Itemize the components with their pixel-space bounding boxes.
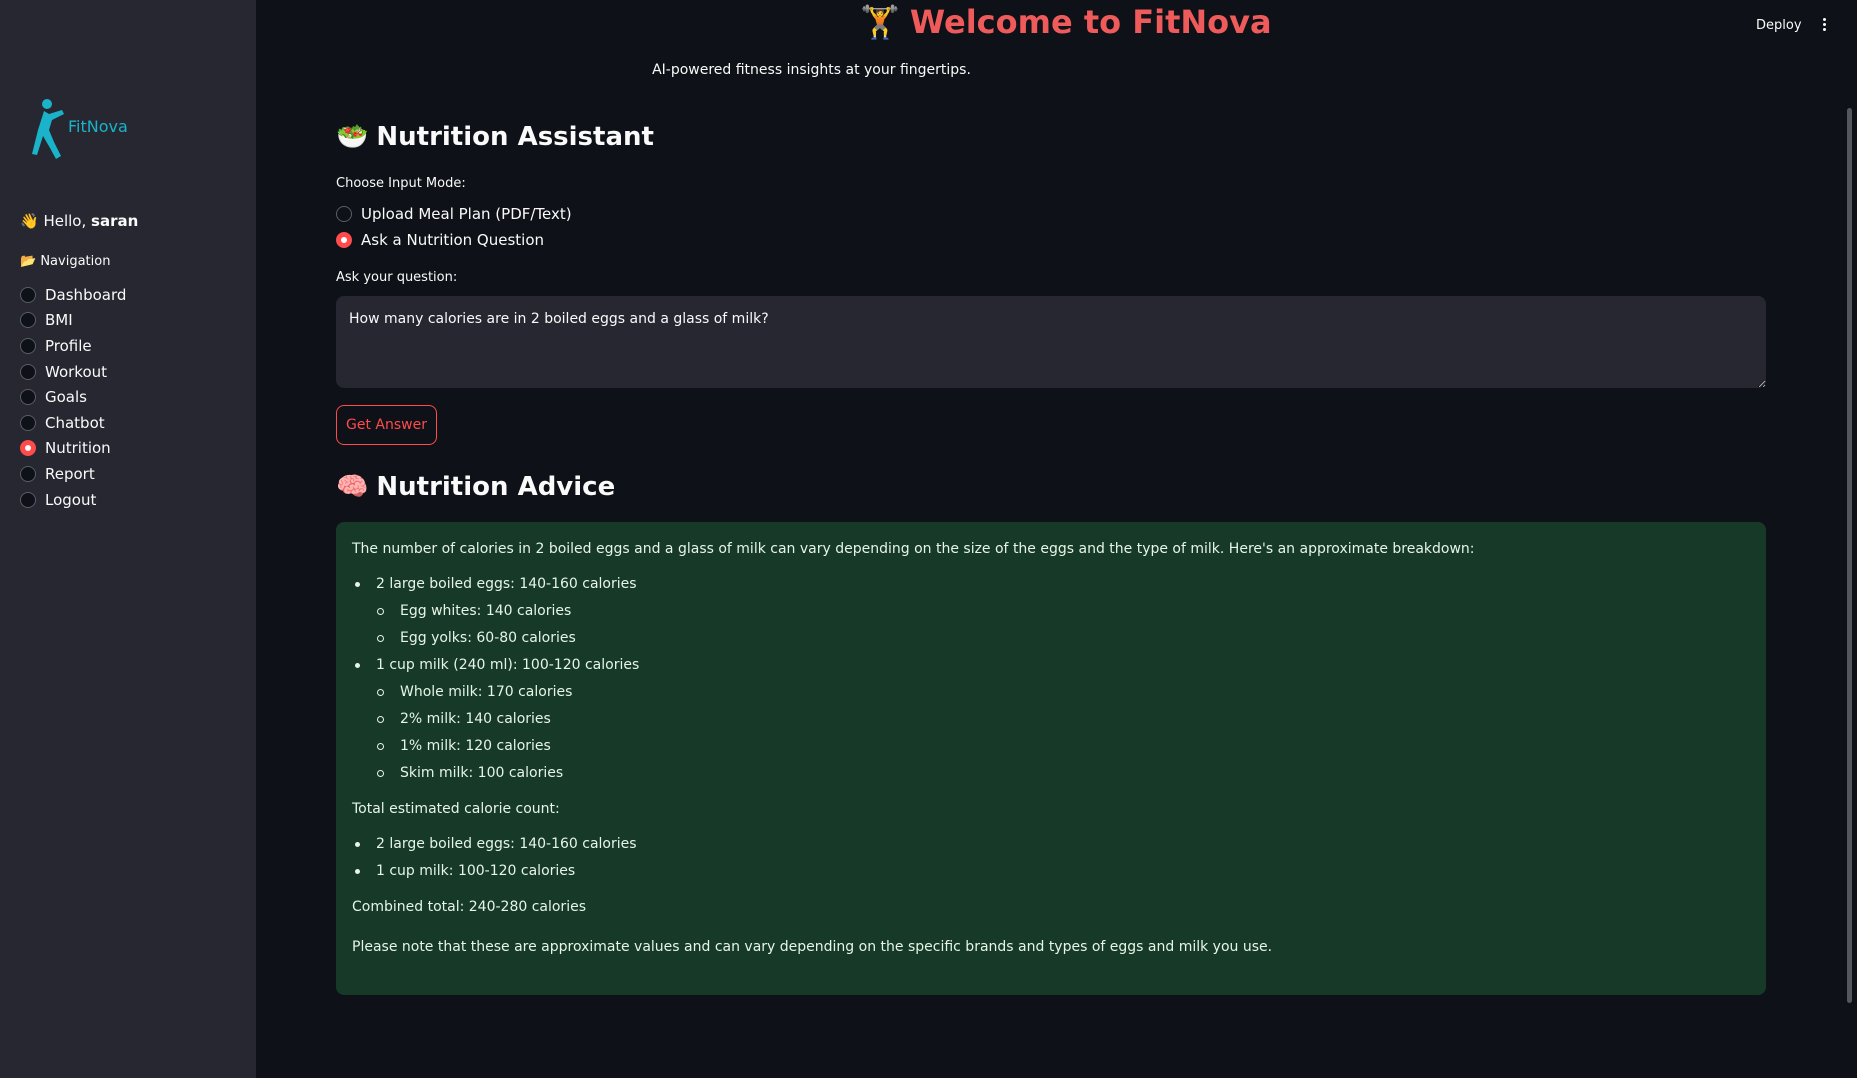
milk-sublist: Whole milk: 170 calories 2% milk: 140 ca… xyxy=(352,679,1750,787)
nutrition-advice-title: Nutrition Advice xyxy=(376,472,616,502)
tagline-row: AI-powered fitness insights at your fing… xyxy=(0,62,1857,78)
sidebar: FitNova 👋 Hello, saran 📂 Navigation Dash… xyxy=(0,0,256,1078)
nav-item-chatbot[interactable]: Chatbot xyxy=(20,410,126,436)
greeting: 👋 Hello, saran xyxy=(20,212,138,230)
scrollbar[interactable] xyxy=(1847,108,1852,1003)
nav-label-dashboard: Dashboard xyxy=(45,285,127,304)
radio-logout[interactable] xyxy=(20,491,36,508)
folder-icon: 📂 xyxy=(20,254,37,269)
nav-item-report[interactable]: Report xyxy=(20,461,126,487)
advice-intro: The number of calories in 2 boiled eggs … xyxy=(352,541,1475,557)
nav-item-workout[interactable]: Workout xyxy=(20,359,126,385)
radio-goals[interactable] xyxy=(20,389,36,406)
runner-logo-icon xyxy=(32,99,64,159)
list-item: Egg yolks: 60-80 calories xyxy=(352,625,1750,652)
whole-milk-item: Whole milk: 170 calories xyxy=(400,684,573,700)
nav-label-logout: Logout xyxy=(45,490,97,509)
salad-icon: 🥗 xyxy=(336,122,369,152)
weightlifter-icon: 🏋️ xyxy=(860,3,900,41)
list-item: Whole milk: 170 calories xyxy=(352,679,1750,706)
radio-upload[interactable] xyxy=(336,206,352,222)
list-item: 1 cup milk: 100-120 calories xyxy=(352,858,1750,885)
combined-total: Combined total: 240-280 calories xyxy=(352,899,586,915)
egg-yolks-item: Egg yolks: 60-80 calories xyxy=(400,630,576,646)
nav-item-bmi[interactable]: BMI xyxy=(20,308,126,334)
eggs-item: 2 large boiled eggs: 140-160 calories xyxy=(376,576,637,592)
list-item: 1 cup milk (240 ml): 100-120 calories Wh… xyxy=(352,652,1750,787)
main-menu-icon[interactable] xyxy=(1818,16,1830,36)
two-pct-milk-item: 2% milk: 140 calories xyxy=(400,711,551,727)
mode-option-ask[interactable]: Ask a Nutrition Question xyxy=(336,231,544,249)
list-item: Skim milk: 100 calories xyxy=(352,760,1750,787)
app-root: FitNova 👋 Hello, saran 📂 Navigation Dash… xyxy=(0,0,1857,1078)
nav-item-logout[interactable]: Logout xyxy=(20,487,126,513)
milk-item: 1 cup milk (240 ml): 100-120 calories xyxy=(376,657,640,673)
mode-option-upload[interactable]: Upload Meal Plan (PDF/Text) xyxy=(336,205,572,223)
nav-radio-group: Dashboard BMI Profile Workout Goals Chat… xyxy=(20,282,126,512)
one-pct-milk-item: 1% milk: 120 calories xyxy=(400,738,551,754)
greeting-text: Hello, xyxy=(43,212,87,230)
nav-item-profile[interactable]: Profile xyxy=(20,333,126,359)
radio-ask[interactable] xyxy=(336,232,352,248)
nav-label-profile: Profile xyxy=(45,336,92,355)
total-milk-item: 1 cup milk: 100-120 calories xyxy=(376,863,576,879)
mode-label-ask: Ask a Nutrition Question xyxy=(361,231,545,249)
total-list: 2 large boiled eggs: 140-160 calories 1 … xyxy=(352,831,1750,885)
egg-whites-item: Egg whites: 140 calories xyxy=(400,603,572,619)
advice-box: The number of calories in 2 boiled eggs … xyxy=(336,522,1766,995)
page-header: 🏋️ Welcome to FitNova xyxy=(860,0,1272,44)
nutrition-advice-heading: 🧠 Nutrition Advice xyxy=(336,472,615,502)
radio-workout[interactable] xyxy=(20,363,36,380)
list-item: Egg whites: 140 calories xyxy=(352,598,1750,625)
radio-profile[interactable] xyxy=(20,337,36,354)
list-item: 2% milk: 140 calories xyxy=(352,706,1750,733)
total-eggs-item: 2 large boiled eggs: 140-160 calories xyxy=(376,836,637,852)
tagline: AI-powered fitness insights at your fing… xyxy=(652,62,971,78)
fitnova-logo: FitNova xyxy=(30,98,128,160)
nutrition-assistant-heading: 🥗 Nutrition Assistant xyxy=(336,122,654,152)
nav-heading: 📂 Navigation xyxy=(20,254,110,269)
question-textarea[interactable]: How many calories are in 2 boiled eggs a… xyxy=(336,296,1766,388)
radio-dashboard[interactable] xyxy=(20,286,36,303)
nav-item-goals[interactable]: Goals xyxy=(20,384,126,410)
deploy-button[interactable]: Deploy xyxy=(1756,18,1802,33)
logo-text: FitNova xyxy=(68,116,128,136)
total-heading: Total estimated calorie count: xyxy=(352,801,560,817)
input-mode-label: Choose Input Mode: xyxy=(336,176,466,191)
advice-note: Please note that these are approximate v… xyxy=(352,939,1273,955)
user-name: saran xyxy=(91,212,139,230)
eggs-sublist: Egg whites: 140 calories Egg yolks: 60-8… xyxy=(352,598,1750,652)
radio-nutrition[interactable] xyxy=(20,440,36,457)
question-label: Ask your question: xyxy=(336,270,458,285)
nav-heading-text: Navigation xyxy=(40,254,111,269)
skim-milk-item: Skim milk: 100 calories xyxy=(400,765,564,781)
nav-label-nutrition: Nutrition xyxy=(45,439,111,458)
nav-label-workout: Workout xyxy=(45,362,108,381)
nav-label-bmi: BMI xyxy=(45,311,73,330)
page-title: Welcome to FitNova xyxy=(909,3,1272,41)
get-answer-button[interactable]: Get Answer xyxy=(336,405,437,445)
mode-label-upload: Upload Meal Plan (PDF/Text) xyxy=(361,205,572,223)
radio-bmi[interactable] xyxy=(20,312,36,329)
radio-chatbot[interactable] xyxy=(20,414,36,431)
list-item: 2 large boiled eggs: 140-160 calories xyxy=(352,831,1750,858)
wave-icon: 👋 xyxy=(20,212,39,230)
list-item: 1% milk: 120 calories xyxy=(352,733,1750,760)
breakdown-list: 2 large boiled eggs: 140-160 calories Eg… xyxy=(352,571,1750,787)
radio-report[interactable] xyxy=(20,465,36,482)
nav-label-goals: Goals xyxy=(45,388,87,407)
brain-icon: 🧠 xyxy=(336,472,369,502)
list-item: 2 large boiled eggs: 140-160 calories Eg… xyxy=(352,571,1750,652)
nav-item-dashboard[interactable]: Dashboard xyxy=(20,282,126,308)
nutrition-assistant-title: Nutrition Assistant xyxy=(376,122,654,152)
nav-label-chatbot: Chatbot xyxy=(45,413,105,432)
nav-item-nutrition[interactable]: Nutrition xyxy=(20,436,126,462)
nav-label-report: Report xyxy=(45,464,95,483)
